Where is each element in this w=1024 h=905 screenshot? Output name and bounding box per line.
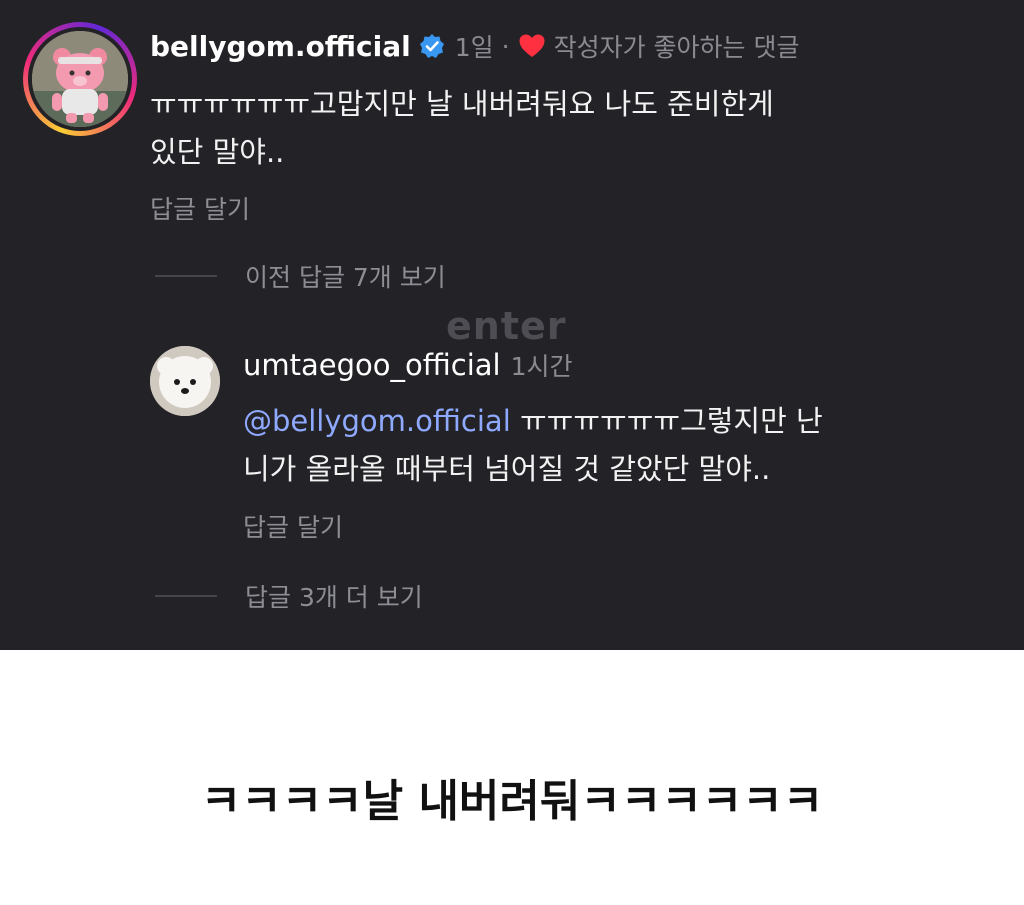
liked-by-author-label: 작성자가 좋아하는 댓글 [553, 33, 800, 62]
dog-avatar-icon [150, 346, 220, 416]
username[interactable]: bellygom.official [150, 30, 411, 63]
verified-badge-icon [419, 34, 444, 58]
divider-line [155, 595, 217, 597]
view-previous-replies[interactable]: 이전 답글 7개 보기 [155, 258, 446, 294]
comment2-header: umtaegoo_official 1시간 [243, 345, 573, 385]
view-previous-replies-label: 이전 답글 7개 보기 [245, 263, 446, 292]
comment-line: 니가 올라올 때부터 넘어질 것 같았단 말야.. [243, 452, 771, 486]
divider-line [155, 275, 217, 277]
avatar [32, 31, 128, 127]
comment-line: 있단 말야.. [150, 135, 285, 169]
avatar[interactable] [150, 346, 220, 416]
story-ring[interactable] [23, 22, 137, 136]
comment-line: ㅠㅠㅠㅠㅠㅠ고맙지만 날 내버려둬요 나도 준비한게 [150, 87, 774, 121]
comment-thread-panel: bellygom.official 1일 · 작성자가 좋아하는 댓글 ㅠㅠㅠㅠ… [0, 0, 1024, 650]
reply-button[interactable]: 답글 달기 [243, 508, 343, 544]
timestamp: 1일 [454, 33, 494, 62]
timestamp: 1시간 [510, 352, 573, 381]
comment-line: @bellygom.official ㅠㅠㅠㅠㅠㅠ그렇지만 난 [243, 397, 823, 445]
comment2-text: @bellygom.official ㅠㅠㅠㅠㅠㅠ그렇지만 난 니가 올라올 때… [243, 397, 823, 493]
heart-icon [519, 34, 545, 57]
view-more-replies-label: 답글 3개 더 보기 [245, 583, 423, 612]
view-more-replies[interactable]: 답글 3개 더 보기 [155, 578, 423, 614]
comment1-header: bellygom.official 1일 · 작성자가 좋아하는 댓글 [150, 26, 800, 66]
comment-text-segment: ㅠㅠㅠㅠㅠㅠ그렇지만 난 [519, 404, 823, 438]
separator: · [501, 31, 510, 61]
comment1-text: ㅠㅠㅠㅠㅠㅠ고맙지만 날 내버려둬요 나도 준비한게 있단 말야.. [150, 80, 774, 176]
caption-text: ㅋㅋㅋㅋ날 내버려둬ㅋㅋㅋㅋㅋㅋ [200, 776, 824, 827]
bear-avatar-icon [32, 31, 128, 127]
username[interactable]: umtaegoo_official [243, 348, 501, 382]
reply-button[interactable]: 답글 달기 [150, 190, 250, 226]
watermark: enter [446, 304, 567, 348]
mention-link[interactable]: @bellygom.official [243, 404, 511, 438]
